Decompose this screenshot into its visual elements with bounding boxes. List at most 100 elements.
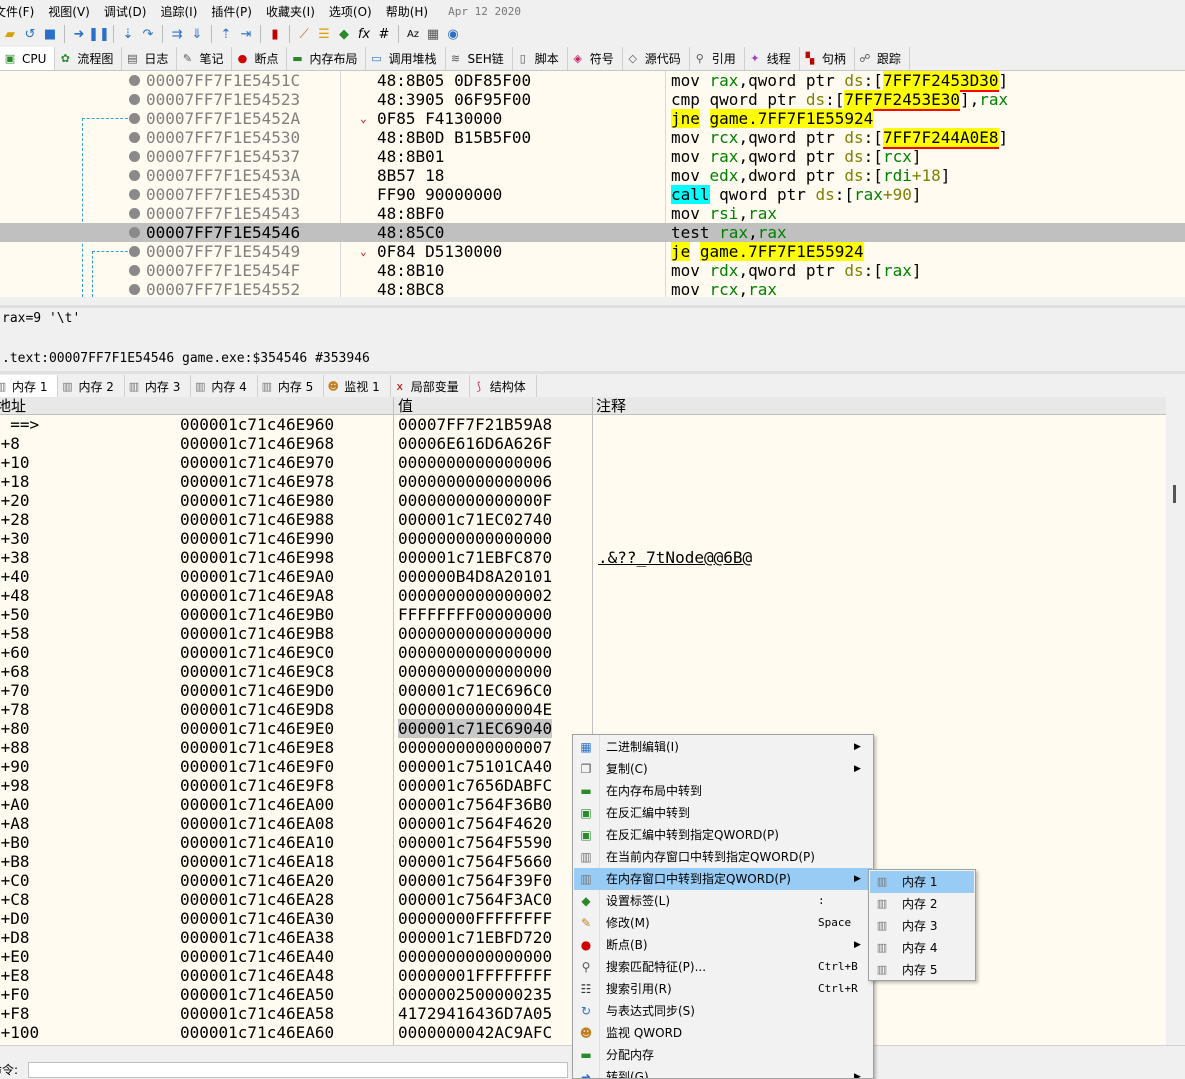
menu-item-5[interactable]: 收藏夹(I) — [266, 3, 323, 20]
disasm-row[interactable]: 00007FF7F1E5453D FF90 90000000 call qword … — [0, 185, 1185, 204]
scroll-thumb[interactable] — [1173, 485, 1176, 503]
dump-tab-2[interactable]: ▥ 内存 3 — [125, 375, 192, 397]
execute-till-return-icon[interactable]: ⇡ — [217, 25, 235, 43]
dump-tab-1[interactable]: ▥ 内存 2 — [58, 375, 125, 397]
submenu-item-2[interactable]: ▥ 内存 3 — [870, 915, 974, 937]
context-menu-item-4[interactable]: ▣ 在反汇编中转到指定QWORD(P) — [574, 824, 872, 846]
breakpoint-dot-icon[interactable] — [129, 246, 140, 257]
breakpoint-dot-icon[interactable] — [129, 284, 140, 295]
scylla-icon[interactable]: ▮ — [266, 25, 284, 43]
menu-item-3[interactable]: 追踪(I) — [160, 3, 205, 20]
context-menu-item-10[interactable]: ⚲ 搜索匹配特征(P)... Ctrl+B — [574, 956, 872, 978]
dump-row[interactable]: $+68 000001c71c46E9C8 0000000000000000 — [0, 662, 1166, 681]
menu-item-7[interactable]: 帮助(H) — [386, 3, 436, 20]
breakpoint-dot-icon[interactable] — [129, 265, 140, 276]
dump-row[interactable]: $+50 000001c71c46E9B0 FFFFFFFF00000000 — [0, 605, 1166, 624]
disasm-row[interactable]: 00007FF7F1E54549 ⌄ 0F84 D5130000 je game.7F… — [0, 242, 1185, 261]
disasm-row[interactable]: 00007FF7F1E54530 48:8B0D B15B5F00 mov rcx,… — [0, 128, 1185, 149]
comments-icon[interactable]: ☰ — [315, 25, 333, 43]
context-menu-item-7[interactable]: ◆ 设置标签(L): — [574, 890, 872, 912]
submenu-item-4[interactable]: ▥ 内存 5 — [870, 959, 974, 981]
tab-2[interactable]: ▤ 日志 — [122, 47, 178, 70]
context-menu-item-15[interactable]: ➜ 转到(G) ▶ — [574, 1066, 872, 1078]
menu-item-2[interactable]: 调试(D) — [104, 3, 155, 20]
dump-row[interactable]: $+28 000001c71c46E988 000001c71EC02740 — [0, 510, 1166, 529]
tab-7[interactable]: ≋ SEH链 — [446, 47, 513, 70]
step-over-icon[interactable]: ↷ — [139, 25, 157, 43]
tab-0[interactable]: ▣ CPU — [0, 47, 56, 70]
open-icon[interactable]: ▰ — [1, 25, 19, 43]
dump-tab-7[interactable]: ⟆ 结构体 — [470, 375, 537, 397]
breakpoint-dot-icon[interactable] — [129, 151, 140, 162]
patch-icon[interactable]: ⟋ — [295, 25, 313, 43]
run-to-user-code-icon[interactable]: ⇥ — [237, 25, 255, 43]
step-into-icon[interactable]: ⇣ — [119, 25, 137, 43]
tab-3[interactable]: ✎ 笔记 — [177, 47, 233, 70]
disasm-row[interactable]: 00007FF7F1E5454F 48:8B10 mov rdx,qword ptr… — [0, 261, 1185, 280]
dump-row[interactable]: $+60 000001c71c46E9C0 0000000000000000 — [0, 643, 1166, 662]
dump-row[interactable]: $+70 000001c71c46E9D0 000001c71EC696C0 — [0, 681, 1166, 700]
context-menu-item-2[interactable]: ▬ 在内存布局中转到 — [574, 780, 872, 802]
dump-row[interactable]: $+38 000001c71c46E998 000001c71EBFC870 .&??… — [0, 548, 1166, 567]
breakpoint-dot-icon[interactable] — [129, 113, 140, 124]
hash-icon[interactable]: # — [375, 25, 393, 43]
breakpoint-dot-icon[interactable] — [129, 189, 140, 200]
label-icon[interactable]: ◆ — [335, 25, 353, 43]
trace-into-icon[interactable]: ⇉ — [168, 25, 186, 43]
pane-splitter[interactable] — [0, 305, 1185, 308]
tab-1[interactable]: ✿ 流程图 — [55, 47, 123, 70]
tab-8[interactable]: ▯ 脚本 — [513, 47, 568, 70]
breakpoint-dot-icon[interactable] — [129, 227, 140, 238]
restart-icon[interactable]: ↺ — [21, 25, 39, 43]
dump-row[interactable]: $+40 000001c71c46E9A0 000000B4D8A20101 — [0, 567, 1166, 586]
context-menu-item-3[interactable]: ▣ 在反汇编中转到 — [574, 802, 872, 824]
dump-row[interactable]: $+48 000001c71c46E9A8 0000000000000002 — [0, 586, 1166, 605]
font-icon[interactable]: Az — [404, 25, 422, 43]
menu-item-0[interactable]: 文件(F) — [0, 3, 42, 20]
disasm-row[interactable]: 00007FF7F1E5452A ⌄ 0F85 F4130000 jne game.7… — [0, 109, 1185, 128]
disasm-row[interactable]: 00007FF7F1E54546 48:85C0 test rax,rax — [0, 223, 1185, 242]
submenu-item-3[interactable]: ▥ 内存 4 — [870, 937, 974, 959]
dump-row[interactable]: $+58 000001c71c46E9B8 0000000000000000 — [0, 624, 1166, 643]
tab-6[interactable]: ▭ 调用堆栈 — [366, 47, 446, 70]
dump-tab-5[interactable]: ☻ 监视 1 — [324, 375, 391, 397]
dump-row[interactable]: $+18 000001c71c46E978 0000000000000006 — [0, 472, 1166, 491]
breakpoint-dot-icon[interactable] — [129, 75, 140, 86]
breakpoint-dot-icon[interactable] — [129, 170, 140, 181]
dump-row[interactable]: $+78 000001c71c46E9D8 000000000000004E — [0, 700, 1166, 719]
function-icon[interactable]: fx — [355, 25, 373, 43]
disasm-row[interactable]: 00007FF7F1E5451C 48:8B05 0DF85F00 mov rax,… — [0, 71, 1185, 92]
tab-14[interactable]: ☍ 跟踪 — [855, 47, 910, 70]
context-menu-item-6[interactable]: ▥ 在内存窗口中转到指定QWORD(P) ▶ — [574, 868, 872, 890]
pane-splitter[interactable] — [0, 371, 1185, 374]
dump-tab-6[interactable]: x 局部变量 — [391, 375, 470, 397]
dump-tab-3[interactable]: ▥ 内存 4 — [191, 375, 258, 397]
dump-row[interactable]: $ ==> 000001c71c46E960 00007FF7F21B59A8 — [0, 415, 1166, 434]
context-menu-item-11[interactable]: ☷ 搜索引用(R) Ctrl+R — [574, 978, 872, 1000]
dump-vertical-scrollbar[interactable] — [1166, 397, 1185, 1045]
submenu-item-0[interactable]: ▥ 内存 1 — [870, 871, 974, 893]
context-menu-item-9[interactable]: ● 断点(B) ▶ — [574, 934, 872, 956]
dump-tab-4[interactable]: ▥ 内存 5 — [258, 375, 325, 397]
trace-over-icon[interactable]: ⇓ — [188, 25, 206, 43]
context-menu-item-1[interactable]: ❐ 复制(C) ▶ — [574, 758, 872, 780]
comment-column-header[interactable]: 注释 — [596, 397, 626, 415]
context-menu-item-8[interactable]: ✎ 修改(M) Space — [574, 912, 872, 934]
tab-4[interactable]: ● 断点 — [232, 47, 288, 70]
tab-11[interactable]: ⚲ 引用 — [690, 47, 745, 70]
tab-13[interactable]: ▚ 句柄 — [800, 47, 855, 70]
disasm-row[interactable]: 00007FF7F1E54523 48:3905 06F95F00 cmp qwor… — [0, 90, 1185, 111]
command-input[interactable] — [28, 1062, 568, 1078]
disasm-row[interactable]: 00007FF7F1E5453A 8B57 18 mov edx,dword ptr… — [0, 166, 1185, 185]
breakpoint-dot-icon[interactable] — [129, 132, 140, 143]
breakpoint-dot-icon[interactable] — [129, 208, 140, 219]
menu-item-6[interactable]: 选项(O) — [329, 3, 380, 20]
dump-tab-0[interactable]: ▥ 内存 1 — [0, 375, 59, 397]
tab-5[interactable]: ▬ 内存布局 — [287, 47, 367, 70]
disasm-row[interactable]: 00007FF7F1E54552 48:8BC8 mov rcx,rax — [0, 280, 1185, 297]
stop-icon[interactable]: ■ — [41, 25, 59, 43]
pause-icon[interactable]: ❚❚ — [88, 25, 110, 43]
dump-row[interactable]: $+10 000001c71c46E970 0000000000000006 — [0, 453, 1166, 472]
globe-icon[interactable]: ◉ — [444, 25, 462, 43]
value-column-header[interactable]: 值 — [398, 397, 413, 415]
